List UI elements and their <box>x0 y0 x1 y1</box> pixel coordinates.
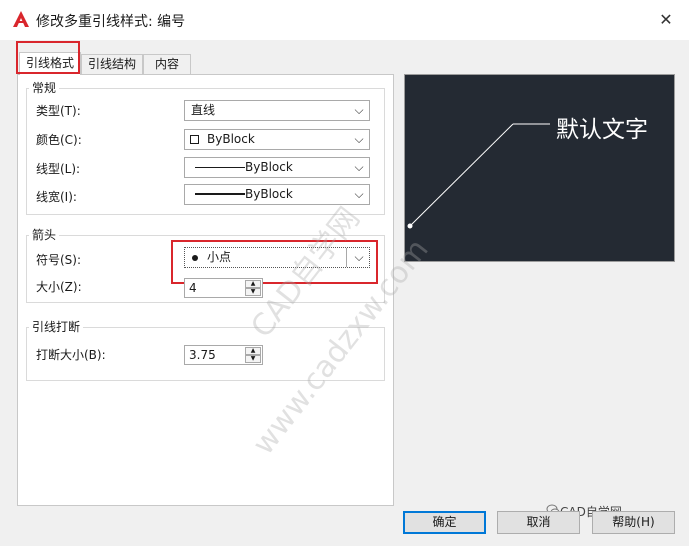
color-swatch-icon <box>190 135 199 144</box>
linetype-select-value: ByBlock <box>245 160 293 174</box>
color-select[interactable]: ByBlock ⌵ <box>184 129 370 150</box>
chevron-down-icon: ⌵ <box>354 132 364 146</box>
color-label: 颜色(C): <box>36 133 82 147</box>
linetype-label: 线型(L): <box>36 162 81 176</box>
general-group-legend: 常规 <box>29 79 60 96</box>
linetype-sample <box>195 167 245 168</box>
lineweight-select[interactable]: ByBlock ⌵ <box>184 184 370 205</box>
leader-preview <box>404 74 675 262</box>
color-select-value: ByBlock <box>207 132 255 146</box>
type-label: 类型(T): <box>36 104 81 118</box>
arrowhead-group-legend: 箭头 <box>29 226 60 243</box>
tab-content[interactable]: 内容 <box>143 54 191 74</box>
lineweight-label: 线宽(I): <box>36 190 77 204</box>
stepper-up-icon[interactable]: ▲ <box>245 347 261 355</box>
cancel-button[interactable]: 取消 <box>497 511 580 534</box>
autocad-logo-icon <box>12 10 30 28</box>
tab-leader-structure[interactable]: 引线结构 <box>81 54 143 74</box>
close-icon[interactable]: ✕ <box>651 6 681 34</box>
size-label: 大小(Z): <box>36 280 82 294</box>
leader-preview-drawing <box>407 123 550 229</box>
break-size-stepper[interactable]: 3.75 ▲ ▼ <box>184 345 263 365</box>
help-button[interactable]: 帮助(H) <box>592 511 675 534</box>
lineweight-sample <box>195 193 245 195</box>
size-value: 4 <box>189 281 197 295</box>
type-select-value: 直线 <box>191 103 216 117</box>
break-size-value: 3.75 <box>189 348 216 362</box>
type-select[interactable]: 直线 ⌵ <box>184 100 370 121</box>
symbol-label: 符号(S): <box>36 253 82 267</box>
stepper-up-icon[interactable]: ▲ <box>245 280 261 288</box>
ok-button[interactable]: 确定 <box>403 511 486 534</box>
linetype-select[interactable]: ByBlock ⌵ <box>184 157 370 178</box>
stepper-down-icon[interactable]: ▼ <box>245 355 261 363</box>
chevron-down-icon: ⌵ <box>354 187 364 201</box>
chevron-down-icon: ⌵ <box>354 103 364 117</box>
leader-break-group-legend: 引线打断 <box>29 318 84 335</box>
tab-highlight-box <box>16 41 80 74</box>
lineweight-select-value: ByBlock <box>245 187 293 201</box>
break-size-label: 打断大小(B): <box>36 348 106 362</box>
dialog-title: 修改多重引线样式: 编号 <box>36 14 186 30</box>
size-stepper[interactable]: 4 ▲ ▼ <box>184 278 263 298</box>
preview-text: 默认文字 <box>556 117 648 143</box>
chevron-down-icon: ⌵ <box>354 160 364 174</box>
